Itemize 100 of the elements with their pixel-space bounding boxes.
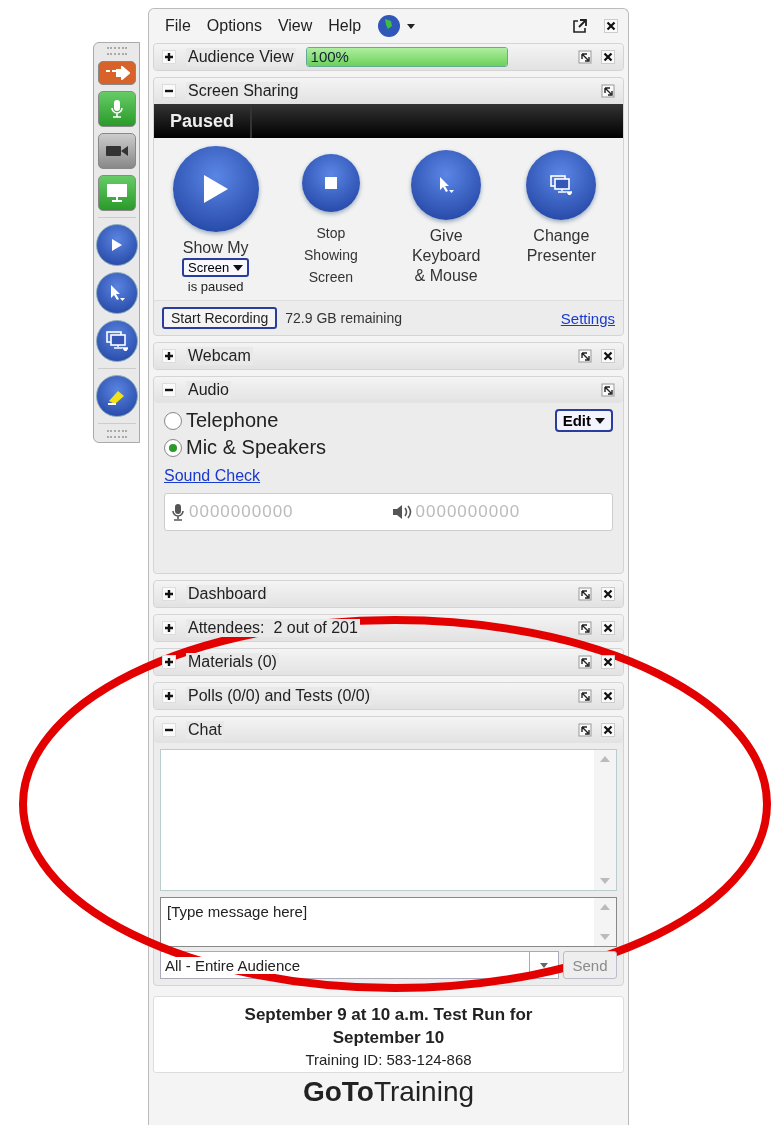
- storage-remaining: 72.9 GB remaining: [285, 310, 402, 326]
- arrow-icon: [103, 66, 130, 80]
- restore-icon[interactable]: [601, 383, 615, 397]
- microphone-button[interactable]: [97, 91, 136, 127]
- product-logo: GoToTraining: [301, 1076, 476, 1108]
- close-icon[interactable]: [604, 19, 618, 33]
- action-label: Change Presenter: [526, 226, 597, 266]
- panel-title: Dashboard: [186, 585, 269, 603]
- restore-icon[interactable]: [578, 349, 592, 363]
- play-icon: [201, 173, 230, 205]
- monitors-icon: [550, 175, 573, 195]
- option-label: Telephone: [186, 409, 279, 432]
- microphone-icon: [109, 99, 124, 119]
- action-label: Show My: [182, 238, 249, 258]
- show-screen-button[interactable]: [172, 146, 259, 232]
- presenter-button[interactable]: [95, 320, 138, 362]
- close-icon[interactable]: [601, 587, 615, 601]
- expand-icon[interactable]: [162, 349, 176, 363]
- stop-icon: [324, 177, 337, 189]
- expand-icon[interactable]: [162, 655, 176, 669]
- panel-title: Polls (0/0) and Tests (0/0): [186, 687, 372, 705]
- restore-icon[interactable]: [578, 689, 592, 703]
- panel-header[interactable]: Screen Sharing: [154, 78, 623, 104]
- microphone-icon: [171, 503, 185, 521]
- expand-icon[interactable]: [162, 621, 176, 635]
- expand-icon[interactable]: [162, 587, 176, 601]
- exit-button[interactable]: [97, 61, 136, 85]
- caret-icon: [595, 417, 605, 424]
- webcam-button[interactable]: [97, 133, 136, 169]
- close-icon[interactable]: [601, 349, 615, 363]
- panel-header[interactable]: Polls (0/0) and Tests (0/0): [154, 683, 623, 709]
- grip-handle[interactable]: [106, 47, 127, 55]
- restore-icon[interactable]: [578, 723, 592, 737]
- recipient-dropdown[interactable]: All - Entire Audience: [160, 951, 559, 979]
- expand-icon[interactable]: [162, 50, 176, 64]
- menu-item[interactable]: Help: [328, 17, 362, 35]
- menu-item[interactable]: File: [165, 17, 191, 35]
- collapse-icon[interactable]: [162, 383, 176, 397]
- pointer-button[interactable]: [95, 272, 138, 314]
- restore-icon[interactable]: [578, 621, 592, 635]
- caret-icon: [233, 264, 244, 271]
- close-icon[interactable]: [601, 655, 615, 669]
- panel-header[interactable]: Webcam: [154, 343, 623, 369]
- edit-button[interactable]: Edit: [554, 409, 613, 432]
- expand-icon[interactable]: [162, 689, 176, 703]
- panel-header[interactable]: Materials (0): [154, 649, 623, 675]
- close-icon[interactable]: [601, 689, 615, 703]
- cursor-icon: [438, 176, 455, 194]
- play-icon: [110, 238, 123, 252]
- close-icon[interactable]: [601, 621, 615, 635]
- restore-icon[interactable]: [578, 587, 592, 601]
- status-note: is paused: [187, 279, 244, 294]
- mic-level-meter: 0000000000: [189, 502, 294, 522]
- screen-dropdown[interactable]: Screen: [182, 258, 250, 277]
- speaker-level-meter: 0000000000: [415, 502, 521, 522]
- change-presenter-button[interactable]: [526, 150, 597, 220]
- panel-header[interactable]: Audience View 100%: [154, 44, 623, 70]
- close-icon[interactable]: [601, 50, 615, 64]
- give-control-button[interactable]: [411, 150, 482, 220]
- panel-header[interactable]: Chat: [154, 717, 623, 743]
- panel-title: Chat: [186, 721, 224, 739]
- meter-reading: 100%: [310, 48, 349, 65]
- cursor-icon: [108, 284, 125, 302]
- monitor-icon: [105, 183, 128, 203]
- restore-icon[interactable]: [578, 655, 592, 669]
- action-label: Stop Showing Screen: [304, 224, 358, 287]
- option-label: Mic & Speakers: [186, 436, 327, 459]
- screen-share-button[interactable]: [97, 175, 136, 211]
- sound-check-link[interactable]: Sound Check: [164, 467, 261, 484]
- panel-title: Audio: [186, 381, 231, 399]
- restore-icon[interactable]: [601, 84, 615, 98]
- panel-title: Webcam: [186, 347, 253, 365]
- menu-item[interactable]: Options: [206, 17, 262, 35]
- grip-handle[interactable]: [106, 430, 127, 438]
- settings-link[interactable]: Settings: [560, 309, 615, 327]
- radio-button[interactable]: [164, 438, 182, 457]
- training-title: September 9 at 10 a.m. Test Run for September 10: [243, 1004, 534, 1049]
- restore-icon[interactable]: [578, 50, 592, 64]
- speaker-icon: [391, 503, 412, 521]
- camera-icon: [104, 144, 129, 158]
- panel-title: Audience View: [186, 48, 296, 66]
- panel-title: Materials (0): [186, 653, 279, 671]
- popout-icon[interactable]: [572, 18, 588, 34]
- start-recording-button[interactable]: Start Recording: [162, 307, 278, 329]
- collapse-icon[interactable]: [162, 84, 176, 98]
- stop-sharing-button[interactable]: [301, 154, 360, 212]
- monitors-icon: [105, 331, 128, 351]
- panel-title: Screen Sharing: [186, 82, 301, 100]
- panel-title: Attendees: 2 out of 201: [186, 619, 360, 637]
- menu-item[interactable]: View: [277, 17, 313, 35]
- close-icon[interactable]: [601, 723, 615, 737]
- panel-header[interactable]: Audio: [154, 377, 623, 403]
- collapse-icon[interactable]: [162, 723, 176, 737]
- highlighter-button[interactable]: [95, 375, 138, 417]
- play-button[interactable]: [95, 224, 138, 266]
- globe-icon[interactable]: [377, 14, 418, 38]
- caret-icon: [540, 962, 548, 968]
- radio-button[interactable]: [164, 411, 182, 430]
- action-label: Give Keyboard & Mouse: [411, 226, 481, 286]
- panel-header[interactable]: Dashboard: [154, 581, 623, 607]
